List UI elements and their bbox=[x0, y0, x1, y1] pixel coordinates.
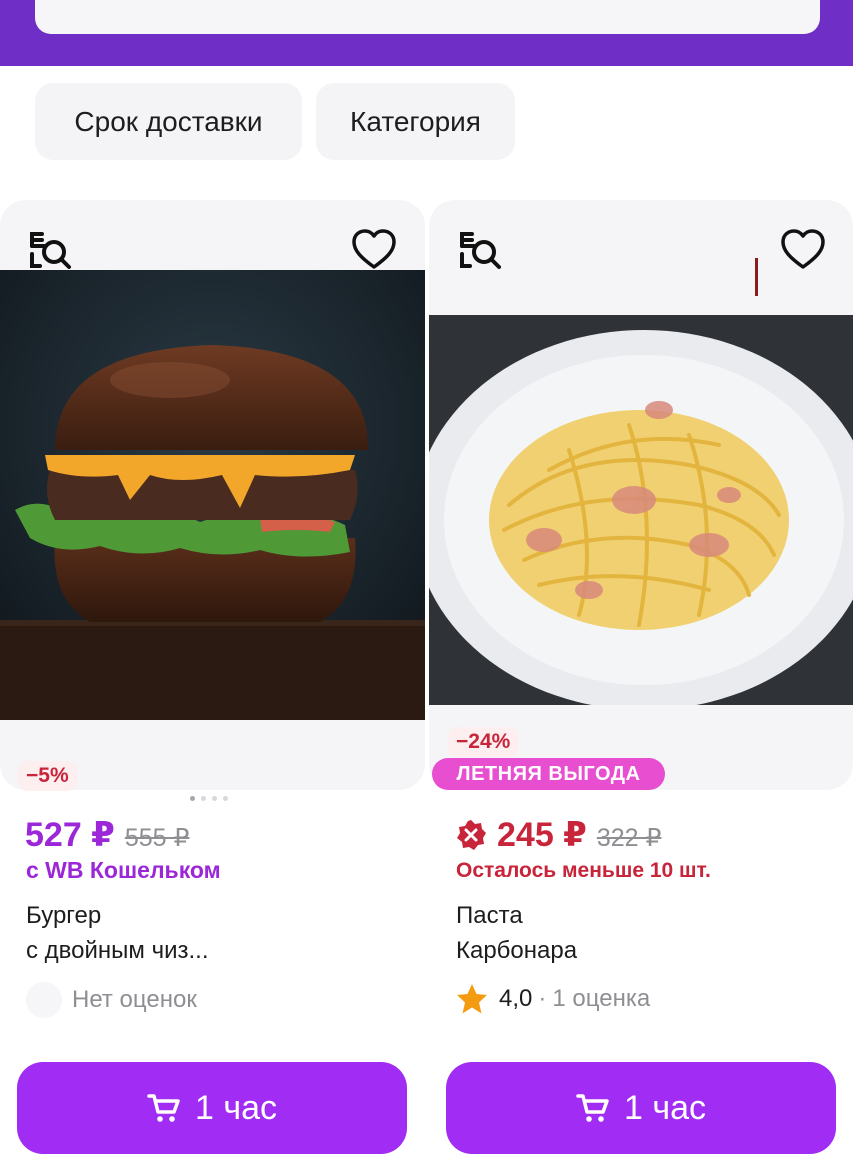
rating: Нет оценок bbox=[26, 982, 197, 1018]
delivery-time-label: 1 час bbox=[195, 1088, 277, 1127]
filter-category-label: Категория bbox=[350, 105, 481, 137]
stock-note: Осталось меньше 10 шт. bbox=[456, 859, 711, 882]
rating-count[interactable]: 1 оценка bbox=[552, 985, 650, 1013]
product-name-line-2[interactable]: Карбонара bbox=[456, 937, 577, 965]
alert-badge-icon bbox=[455, 819, 487, 851]
rating-empty-text: Нет оценок bbox=[72, 986, 197, 1013]
rating-placeholder-icon bbox=[26, 982, 62, 1018]
old-price: 555 ₽ bbox=[124, 824, 190, 852]
heart-icon[interactable] bbox=[779, 226, 827, 274]
filter-delivery-time[interactable]: Срок доставки bbox=[35, 83, 302, 160]
rating-separator: · bbox=[538, 985, 547, 1012]
star-icon bbox=[457, 984, 487, 1014]
product-name-line-1[interactable]: Бургер bbox=[26, 902, 101, 930]
filter-delivery-label: Срок доставки bbox=[74, 105, 263, 137]
delivery-time-label: 1 час bbox=[624, 1088, 706, 1127]
current-price: 527 ₽ bbox=[25, 816, 115, 854]
add-to-cart-button[interactable]: 1 час bbox=[17, 1062, 407, 1154]
filter-category[interactable]: Категория bbox=[316, 83, 515, 160]
product-image-burger[interactable] bbox=[0, 270, 425, 720]
old-price: 322 ₽ bbox=[596, 824, 662, 852]
discount-badge: −5% bbox=[18, 761, 77, 791]
cart-icon bbox=[576, 1094, 609, 1122]
cart-icon bbox=[147, 1094, 180, 1122]
current-price: 245 ₽ bbox=[497, 816, 587, 854]
wallet-note: с WB Кошельком bbox=[26, 857, 221, 883]
discount-badge: −24% bbox=[448, 727, 519, 757]
image-search-icon[interactable] bbox=[26, 226, 74, 274]
price-row: 245 ₽ 322 ₽ bbox=[455, 815, 661, 855]
rating: 4,0 · 1 оценка bbox=[455, 982, 650, 1016]
rating-value: 4,0 bbox=[499, 985, 533, 1012]
product-name-line-1[interactable]: Паста bbox=[456, 902, 523, 930]
heart-icon[interactable] bbox=[350, 226, 398, 274]
divider-mark bbox=[755, 258, 758, 296]
product-name-line-2[interactable]: с двойным чиз... bbox=[26, 937, 209, 965]
image-carousel-dots bbox=[190, 796, 228, 801]
promo-badge: ЛЕТНЯЯ ВЫГОДА bbox=[432, 758, 665, 790]
search-input[interactable] bbox=[35, 0, 820, 34]
add-to-cart-button[interactable]: 1 час bbox=[446, 1062, 836, 1154]
image-search-icon[interactable] bbox=[456, 226, 504, 274]
header-bar bbox=[0, 0, 853, 66]
price-row: 527 ₽ 555 ₽ bbox=[25, 815, 189, 855]
product-image-pasta[interactable] bbox=[429, 315, 853, 705]
